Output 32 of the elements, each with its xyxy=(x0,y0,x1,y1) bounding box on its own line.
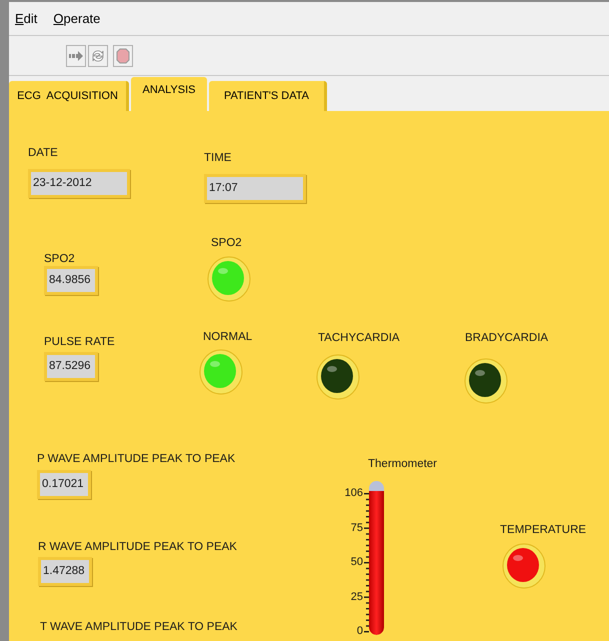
indicator-label: T WAVE AMPLITUDE PEAK TO PEAK xyxy=(40,620,238,635)
numeric-indicator: 1.47288 xyxy=(38,557,92,586)
indicator-label: Thermometer xyxy=(368,457,438,472)
numeric-indicator: 87.5296 xyxy=(44,352,98,381)
scale-label: 106 xyxy=(344,487,363,499)
scale-label: 50 xyxy=(350,556,363,568)
indicator-label: SPO2 xyxy=(44,252,75,267)
abort-stop-icon[interactable] xyxy=(113,44,133,66)
indicator-label: P WAVE AMPLITUDE PEAK TO PEAK xyxy=(37,452,236,467)
scale-label: 75 xyxy=(350,522,363,534)
numeric-indicator: 0.17021 xyxy=(37,470,91,499)
numeric-indicator: 17:07 xyxy=(204,174,306,203)
indicator-label: BRADYCARDIA xyxy=(465,331,548,346)
indicator-label: TIME xyxy=(204,151,232,166)
indicator-label: R WAVE AMPLITUDE PEAK TO PEAK xyxy=(38,540,237,555)
numeric-indicator: 23-12-2012 xyxy=(28,169,130,198)
thermometer-cap xyxy=(369,481,384,491)
run-continuously-icon[interactable] xyxy=(88,44,108,66)
indicator-label: NORMAL xyxy=(203,330,252,345)
menu-item[interactable]: Operate xyxy=(53,8,100,28)
indicator-label: TEMPERATURE xyxy=(500,523,586,538)
tab[interactable]: PATIENT'S DATA xyxy=(209,81,327,111)
indicator-label: DATE xyxy=(28,146,58,161)
tab[interactable]: ANALYSIS xyxy=(131,77,207,111)
numeric-indicator: 84.9856 xyxy=(44,266,98,295)
menu-item[interactable]: Edit xyxy=(15,8,38,28)
indicator-label: SPO2 xyxy=(211,236,242,251)
scale-label: 25 xyxy=(350,590,363,602)
scale-label: 0 xyxy=(356,625,363,637)
indicator-label: PULSE RATE xyxy=(44,335,115,350)
indicator-label: TACHYCARDIA xyxy=(318,331,400,346)
tab[interactable]: ECG ACQUISITION xyxy=(9,81,129,111)
